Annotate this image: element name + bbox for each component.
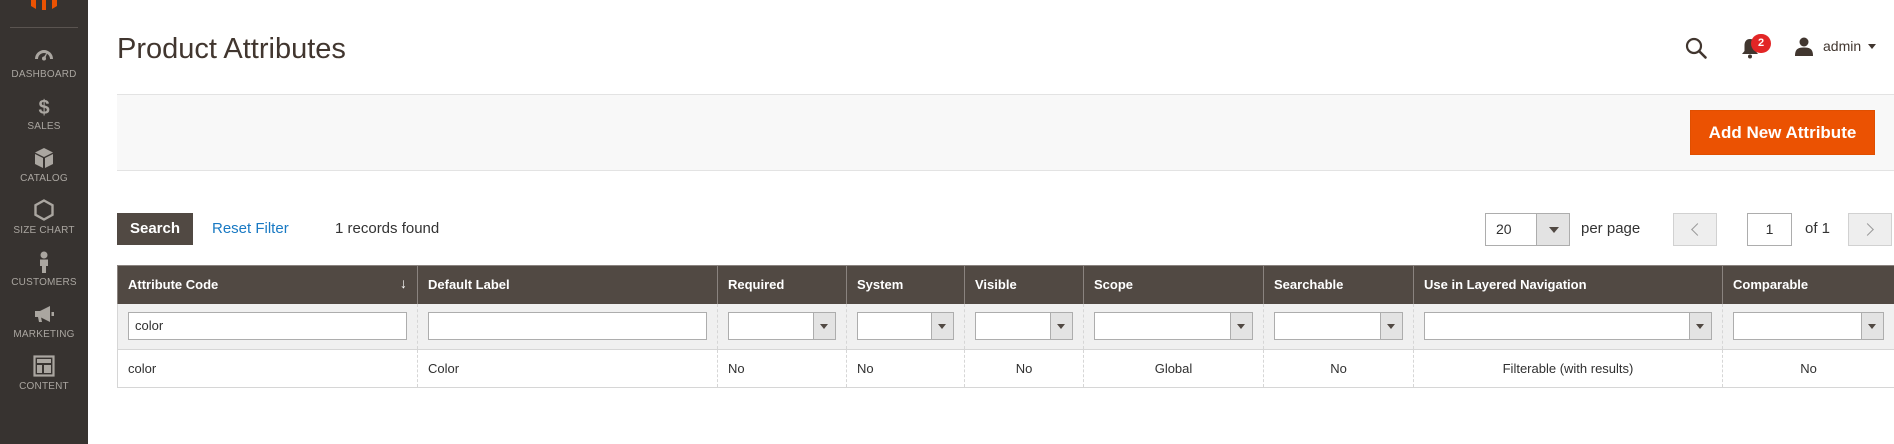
sidebar-item-label: SALES (27, 121, 61, 132)
magento-logo-icon[interactable] (29, 0, 59, 10)
column-header-scope[interactable]: Scope (1083, 265, 1264, 304)
column-header-label: Attribute Code (128, 277, 219, 293)
column-header-searchable[interactable]: Searchable (1263, 265, 1414, 304)
per-page-value: 20 (1496, 221, 1512, 237)
attributes-grid: Attribute Code ↓ Default Label Required S… (117, 265, 1894, 388)
page-title: Product Attributes (117, 33, 346, 65)
column-header-default-label[interactable]: Default Label (417, 265, 718, 304)
page-number-input[interactable]: 1 (1747, 213, 1792, 246)
cell-searchable: No (1263, 349, 1414, 388)
chevron-down-icon (1868, 43, 1877, 49)
chevron-down-icon (1689, 313, 1711, 340)
cell-required: No (717, 349, 847, 388)
sidebar-item-label: CATALOG (20, 173, 68, 184)
cell-system: No (846, 349, 965, 388)
chevron-down-icon (1861, 313, 1883, 340)
search-button[interactable]: Search (117, 213, 193, 245)
attribute-code-filter-input[interactable]: color (128, 312, 407, 341)
sidebar-item-customers[interactable]: CUSTOMERS (0, 250, 88, 306)
sidebar-item-label: SIZE CHART (13, 225, 75, 236)
dashboard-icon (35, 50, 53, 61)
sidebar-item-marketing[interactable]: MARKETING (0, 302, 88, 358)
user-icon (1795, 37, 1813, 56)
add-new-attribute-button[interactable]: Add New Attribute (1690, 110, 1875, 155)
sidebar-item-label: MARKETING (13, 329, 75, 340)
chevron-down-icon (1380, 313, 1402, 340)
sidebar-item-label: CONTENT (19, 381, 69, 392)
required-filter-select[interactable] (728, 312, 836, 341)
cell-attribute-code: color (117, 349, 418, 388)
search-icon[interactable] (1684, 36, 1708, 60)
hexagon-icon (34, 199, 54, 221)
admin-sidebar: DASHBOARD $ SALES CATALOG SIZE CHART CUS… (0, 0, 88, 444)
cell-layered-navigation: Filterable (with results) (1413, 349, 1723, 388)
chevron-down-icon (1050, 313, 1072, 340)
user-menu[interactable]: admin (1794, 35, 1877, 57)
table-row[interactable]: color Color No No No Global No Filterabl… (117, 349, 1894, 388)
filter-row: color (117, 303, 1894, 350)
sidebar-item-catalog[interactable]: CATALOG (0, 146, 88, 202)
per-page-select[interactable]: 20 (1485, 213, 1570, 246)
notifications-badge[interactable]: 2 (1751, 34, 1771, 53)
chevron-down-icon[interactable] (1536, 214, 1569, 245)
visible-filter-select[interactable] (975, 312, 1073, 341)
previous-page-button[interactable] (1673, 213, 1717, 246)
default-label-filter-input[interactable] (428, 312, 707, 341)
cell-scope: Global (1083, 349, 1264, 388)
chevron-down-icon (1230, 313, 1252, 340)
megaphone-icon (35, 306, 54, 322)
sidebar-item-size-chart[interactable]: SIZE CHART (0, 198, 88, 254)
searchable-filter-select[interactable] (1274, 312, 1403, 341)
layered-navigation-filter-select[interactable] (1424, 312, 1712, 341)
total-pages-text: of 1 (1805, 220, 1831, 237)
column-header-layered-navigation[interactable]: Use in Layered Navigation (1413, 265, 1723, 304)
column-header-required[interactable]: Required (717, 265, 847, 304)
records-found-text: 1 records found (335, 220, 440, 237)
scope-filter-select[interactable] (1094, 312, 1253, 341)
comparable-filter-select[interactable] (1733, 312, 1884, 341)
sidebar-item-dashboard[interactable]: DASHBOARD (0, 42, 88, 98)
column-header-attribute-code[interactable]: Attribute Code ↓ (117, 265, 418, 304)
column-header-comparable[interactable]: Comparable (1722, 265, 1894, 304)
logo-separator (10, 27, 78, 28)
sidebar-item-sales[interactable]: $ SALES (0, 94, 88, 150)
layout-icon (33, 355, 55, 377)
table-header-row: Attribute Code ↓ Default Label Required S… (117, 265, 1894, 304)
user-name: admin (1823, 38, 1862, 54)
per-page-label: per page (1581, 220, 1641, 237)
chevron-down-icon (931, 313, 953, 340)
chevron-down-icon (813, 313, 835, 340)
person-icon (40, 251, 48, 273)
reset-filter-link[interactable]: Reset Filter (212, 220, 289, 237)
dollar-icon: $ (38, 97, 49, 118)
cell-default-label: Color (417, 349, 718, 388)
column-header-system[interactable]: System (846, 265, 965, 304)
sort-arrow-down-icon: ↓ (400, 275, 407, 291)
sidebar-item-content[interactable]: CONTENT (0, 354, 88, 410)
system-filter-select[interactable] (857, 312, 954, 341)
sidebar-item-label: CUSTOMERS (11, 277, 77, 288)
svg-text:$: $ (38, 97, 49, 118)
next-page-button[interactable] (1848, 213, 1892, 246)
sidebar-item-label: DASHBOARD (11, 69, 77, 80)
cell-visible: No (964, 349, 1084, 388)
column-header-visible[interactable]: Visible (964, 265, 1084, 304)
cell-comparable: No (1722, 349, 1894, 388)
page-actions-bar (117, 94, 1894, 171)
cube-icon (35, 148, 53, 168)
